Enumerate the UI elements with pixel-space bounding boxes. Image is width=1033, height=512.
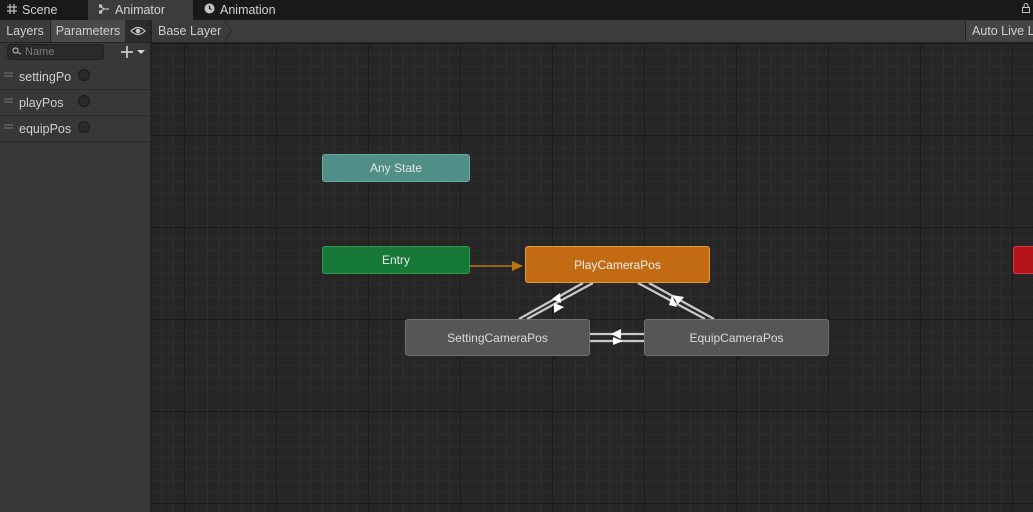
parameter-bool-toggle[interactable] (78, 121, 90, 133)
drag-handle-icon[interactable] (4, 72, 13, 77)
tab-animator[interactable]: Animator (88, 0, 193, 20)
tab-animation-label: Animation (220, 3, 276, 17)
parameter-search-input[interactable] (25, 45, 99, 59)
animator-icon (98, 3, 110, 17)
parameter-name[interactable]: settingPo (19, 70, 71, 84)
state-setting-camera-pos[interactable]: SettingCameraPos (405, 319, 590, 356)
parameter-row[interactable]: playPos (0, 90, 150, 116)
parameter-row[interactable]: settingPo (0, 64, 150, 90)
state-play-camera-pos[interactable]: PlayCameraPos (525, 246, 710, 283)
parameter-bool-toggle[interactable] (78, 69, 90, 81)
parameter-name[interactable]: playPos (19, 96, 63, 110)
state-exit[interactable] (1013, 246, 1033, 274)
clock-icon (204, 3, 215, 17)
drag-handle-icon[interactable] (4, 124, 13, 129)
breadcrumb-base-layer[interactable]: Base Layer (152, 20, 230, 42)
drag-handle-icon[interactable] (4, 98, 13, 103)
state-any-state[interactable]: Any State (322, 154, 470, 182)
lock-icon[interactable] (1022, 3, 1030, 13)
parameter-row[interactable]: equipPos (0, 116, 150, 142)
state-machine-graph[interactable]: Any State Entry PlayCameraPos SettingCam… (152, 43, 1033, 512)
search-box (7, 44, 104, 60)
window-tab-bar: Scene Animator Animation (0, 0, 1033, 20)
eye-icon[interactable] (130, 26, 146, 36)
chevron-down-icon (137, 50, 145, 54)
default-transition[interactable] (470, 261, 523, 271)
parameter-bool-toggle[interactable] (78, 95, 90, 107)
add-parameter-button[interactable] (121, 45, 147, 59)
parameter-search-row (0, 43, 150, 63)
tab-parameters[interactable]: Parameters (51, 20, 125, 42)
parameters-panel: Layers Parameters settingPo playPos (0, 20, 152, 512)
tab-animator-label: Animator (115, 3, 166, 17)
tab-scene-label: Scene (22, 3, 58, 17)
transition-play-setting[interactable] (518, 282, 594, 320)
tab-scene[interactable]: Scene (7, 0, 57, 20)
tab-animation[interactable]: Animation (204, 0, 276, 20)
tab-layers[interactable]: Layers (0, 20, 51, 42)
graph-toolbar: Base Layer Auto Live L (152, 20, 1033, 43)
transition-setting-equip[interactable] (590, 329, 644, 345)
search-icon (12, 47, 22, 55)
auto-live-link-button[interactable]: Auto Live L (965, 21, 1033, 41)
parameter-name[interactable]: equipPos (19, 122, 71, 136)
grid-icon (7, 3, 17, 17)
state-entry[interactable]: Entry (322, 246, 470, 274)
transition-play-equip[interactable] (637, 282, 715, 320)
state-equip-camera-pos[interactable]: EquipCameraPos (644, 319, 829, 356)
breadcrumb-arrow-icon (224, 20, 233, 42)
panel-tabs: Layers Parameters (0, 20, 150, 43)
